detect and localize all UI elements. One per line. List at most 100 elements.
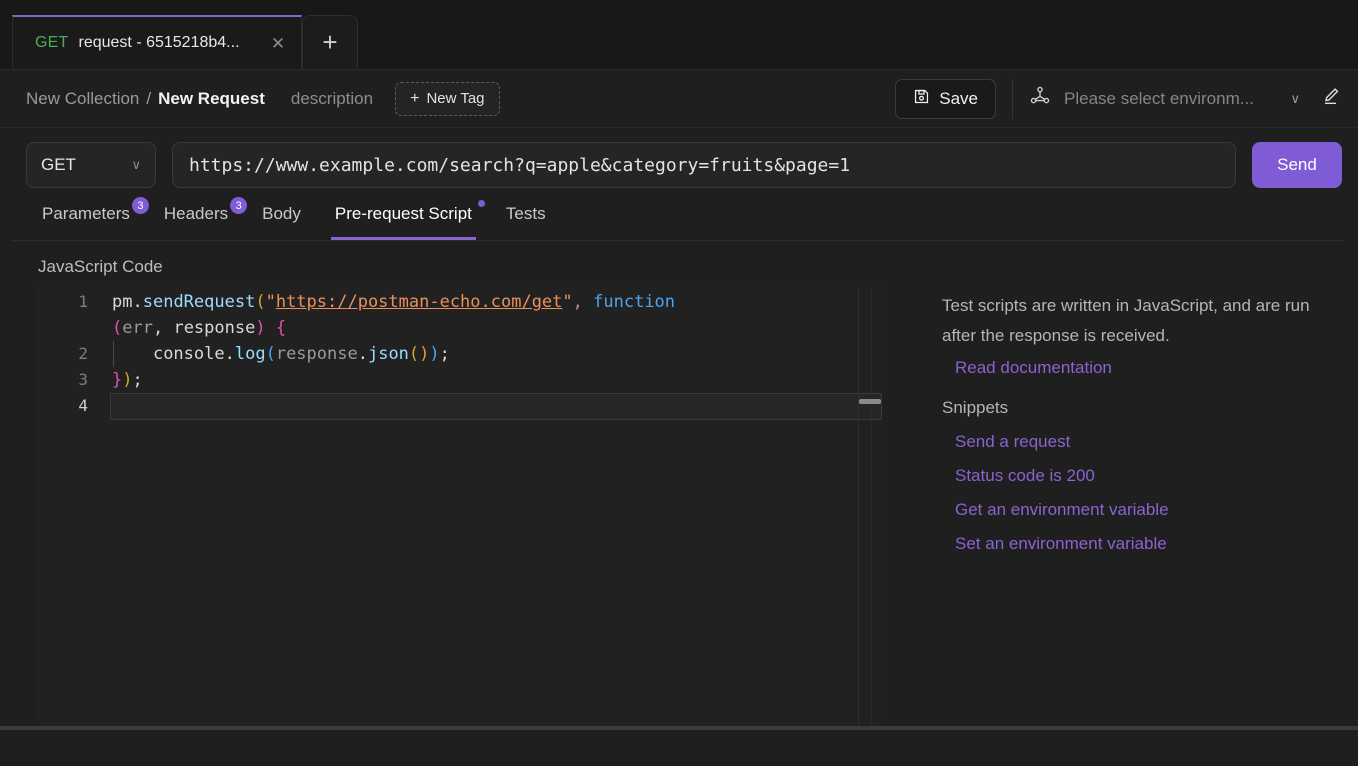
- environment-graph-icon: [1029, 85, 1051, 112]
- token: ;: [439, 344, 450, 364]
- tab-headers-label: Headers: [163, 204, 229, 223]
- token: (): [408, 344, 430, 364]
- token: (: [265, 344, 276, 364]
- token: {: [265, 318, 287, 338]
- editor-code-area[interactable]: pm.sendRequest("https://postman-echo.com…: [102, 287, 882, 766]
- tab-title-label: request - 6515218b4...: [78, 34, 240, 51]
- environment-label: Please select environm...: [1064, 88, 1254, 108]
- editor-scrollbar[interactable]: [859, 287, 882, 766]
- pencil-icon: [1320, 85, 1342, 112]
- snippet-set-an-environment-variable[interactable]: Set an environment variable: [955, 527, 1167, 561]
- breadcrumb-separator: /: [146, 88, 152, 108]
- token: (: [255, 292, 266, 312]
- indent-guide: [113, 341, 114, 367]
- breadcrumb-collection[interactable]: New Collection: [26, 89, 139, 109]
- token: function: [593, 292, 676, 312]
- token: ): [122, 370, 133, 390]
- floppy-disk-icon: [913, 88, 930, 110]
- token: }: [112, 370, 123, 390]
- editor-gutter: 1 2 3 4: [37, 287, 102, 766]
- tab-body[interactable]: Body: [258, 198, 305, 240]
- token: sendRequest: [142, 292, 256, 312]
- token: pm: [112, 292, 133, 312]
- request-tab[interactable]: GET request - 6515218b4... ✕: [12, 15, 302, 69]
- token: .: [224, 344, 235, 364]
- http-method-value: GET: [41, 155, 76, 174]
- line-number: 2: [78, 344, 88, 363]
- tab-method-label: GET: [35, 34, 69, 51]
- token: ;: [132, 370, 143, 390]
- token: err: [122, 318, 153, 338]
- code-line-3: });: [112, 367, 882, 393]
- tab-tests-label: Tests: [505, 204, 546, 223]
- token: ,: [152, 318, 174, 338]
- token: log: [234, 344, 266, 364]
- code-line-4[interactable]: [110, 393, 882, 420]
- help-panel: Test scripts are written in JavaScript, …: [882, 287, 1358, 766]
- tab-pre-request-script-label: Pre-request Script: [334, 204, 472, 223]
- environment-selector[interactable]: Please select environm... ∨: [1029, 85, 1304, 112]
- save-label: Save: [939, 88, 978, 108]
- tab-bar: GET request - 6515218b4... ✕ +: [0, 0, 1358, 70]
- save-button[interactable]: Save: [895, 78, 996, 119]
- chevron-down-icon: ∨: [1290, 90, 1300, 106]
- token: console: [152, 344, 225, 364]
- tab-tests[interactable]: Tests: [502, 198, 550, 240]
- token: response: [173, 318, 256, 338]
- editor-scrollbar-thumb[interactable]: [859, 399, 881, 404]
- plus-icon: +: [410, 89, 420, 107]
- token: ": [562, 292, 573, 312]
- token: (: [112, 318, 123, 338]
- new-tag-label: New Tag: [426, 90, 485, 107]
- snippet-get-an-environment-variable[interactable]: Get an environment variable: [955, 493, 1169, 527]
- script-content-area: 1 2 3 4 pm.sendRequest("https://postman-…: [0, 287, 1358, 766]
- send-button[interactable]: Send: [1252, 142, 1342, 188]
- header-divider: [1012, 78, 1013, 119]
- tab-parameters-label: Parameters: [42, 204, 130, 223]
- url-input[interactable]: [172, 142, 1236, 188]
- snippet-status-code-is-200[interactable]: Status code is 200: [955, 459, 1095, 493]
- postman-request-window: GET request - 6515218b4... ✕ + New Colle…: [0, 0, 1358, 766]
- chevron-down-icon: ∨: [131, 157, 141, 172]
- tab-headers[interactable]: Headers 3: [160, 197, 248, 240]
- token: json: [367, 344, 409, 364]
- token: .: [132, 292, 143, 312]
- tab-body-label: Body: [262, 204, 301, 223]
- panel-title: JavaScript Code: [38, 257, 163, 276]
- code-line-2: console.log(response.json());: [112, 341, 882, 367]
- description-field[interactable]: description: [291, 89, 373, 109]
- snippets-title: Snippets: [942, 398, 1009, 417]
- token-url[interactable]: https://postman-echo.com/get: [276, 292, 563, 312]
- request-section-tabs: Parameters 3 Headers 3 Body Pre-request …: [12, 197, 1344, 241]
- parameters-count-badge: 3: [131, 197, 149, 214]
- code-line-1-wrap: (err, response) {: [112, 315, 882, 341]
- panel-divider: [858, 287, 859, 766]
- unsaved-dot-icon: [477, 200, 485, 207]
- edit-environment-button[interactable]: [1320, 85, 1342, 112]
- url-bar: GET ∨ Send: [0, 128, 1358, 198]
- help-description: Test scripts are written in JavaScript, …: [942, 296, 1310, 345]
- response-pane-placeholder: [0, 730, 1358, 766]
- tab-parameters[interactable]: Parameters 3: [38, 197, 149, 240]
- token: ): [255, 318, 266, 338]
- token: .: [357, 344, 368, 364]
- close-icon[interactable]: ✕: [269, 35, 287, 52]
- line-number: 1: [78, 292, 88, 311]
- http-method-select[interactable]: GET ∨: [26, 142, 156, 188]
- line-number: 3: [78, 370, 88, 389]
- code-line-1: pm.sendRequest("https://postman-echo.com…: [112, 289, 882, 315]
- token: ): [429, 344, 440, 364]
- headers-count-badge: 3: [230, 197, 248, 214]
- breadcrumb-request-name[interactable]: New Request: [158, 89, 265, 109]
- add-new-tag-button[interactable]: + New Tag: [395, 81, 500, 116]
- request-header-bar: New Collection / New Request description…: [0, 70, 1358, 128]
- token: ,: [572, 292, 594, 312]
- snippet-send-a-request[interactable]: Send a request: [955, 425, 1070, 459]
- code-editor[interactable]: 1 2 3 4 pm.sendRequest("https://postman-…: [37, 287, 882, 766]
- line-number: 4: [78, 396, 88, 415]
- read-documentation-link[interactable]: Read documentation: [955, 351, 1112, 385]
- new-tab-button[interactable]: +: [302, 15, 358, 69]
- token: ": [265, 292, 276, 312]
- tab-pre-request-script[interactable]: Pre-request Script: [330, 198, 485, 240]
- token: response: [275, 344, 358, 364]
